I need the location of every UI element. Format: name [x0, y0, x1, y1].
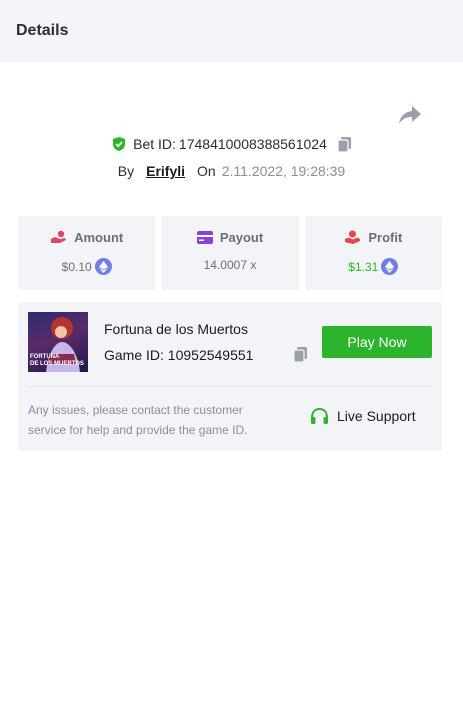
bet-date: 2.11.2022, 19:28:39 — [221, 163, 346, 179]
payout-card: Payout 14.0007 x — [161, 216, 299, 290]
stats-row: Amount $0.10 Payout 14.0007 x Profit $1.… — [18, 216, 442, 290]
amount-value: $0.10 — [61, 259, 92, 274]
user-link[interactable]: Erifyli — [146, 163, 185, 179]
live-support-button[interactable]: Live Support — [310, 407, 416, 425]
eth-icon — [381, 258, 399, 275]
bet-id-value: 1748410008388561024 — [178, 136, 327, 152]
by-label: By — [117, 163, 135, 179]
profit-card: Profit $1.31 — [304, 216, 442, 290]
game-card: FORTUNA DE LOS MUERTOS Fortuna de los Mu… — [18, 302, 442, 451]
headset-icon — [311, 407, 328, 424]
support-message: Any issues, please contact the customer … — [28, 403, 248, 437]
game-id-label: Game ID: — [104, 347, 164, 363]
hand-heart-icon — [345, 230, 361, 244]
live-support-label: Live Support — [337, 408, 416, 424]
game-thumbnail[interactable]: FORTUNA DE LOS MUERTOS — [28, 312, 88, 372]
details-header: Details — [0, 0, 463, 62]
copy-bet-id-icon[interactable] — [337, 136, 352, 153]
bet-meta-row: By Erifyli On 2.11.2022, 19:28:39 — [0, 161, 463, 181]
bet-id-row: Bet ID: 1748410008388561024 — [0, 134, 463, 154]
profit-value: $1.31 — [348, 259, 379, 274]
payout-label: Payout — [219, 230, 264, 245]
bet-id-label: Bet ID: — [133, 136, 176, 152]
game-id-row: Game ID: 10952549551 — [104, 347, 253, 363]
thumb-caption-line1: FORTUNA — [30, 354, 60, 360]
profit-label: Profit — [368, 230, 403, 245]
card-icon — [196, 231, 213, 244]
copy-game-id-icon[interactable] — [293, 346, 308, 363]
on-label: On — [197, 163, 216, 179]
game-thumbnail-caption: FORTUNA DE LOS MUERTOS — [30, 354, 86, 368]
amount-label: Amount — [74, 230, 124, 245]
divider — [28, 386, 432, 387]
game-name: Fortuna de los Muertos — [104, 321, 248, 337]
share-icon[interactable] — [398, 104, 422, 126]
verified-shield-icon — [113, 137, 126, 151]
amount-card: Amount $0.10 — [18, 216, 156, 290]
hand-coins-icon — [51, 230, 67, 243]
thumb-caption-line2: DE LOS MUERTOS — [30, 361, 84, 367]
eth-icon — [94, 258, 112, 275]
payout-value: 14.0007 x — [203, 258, 257, 272]
page-title: Details — [16, 22, 69, 39]
game-id-value: 10952549551 — [167, 347, 254, 363]
play-now-button[interactable]: Play Now — [322, 326, 432, 358]
